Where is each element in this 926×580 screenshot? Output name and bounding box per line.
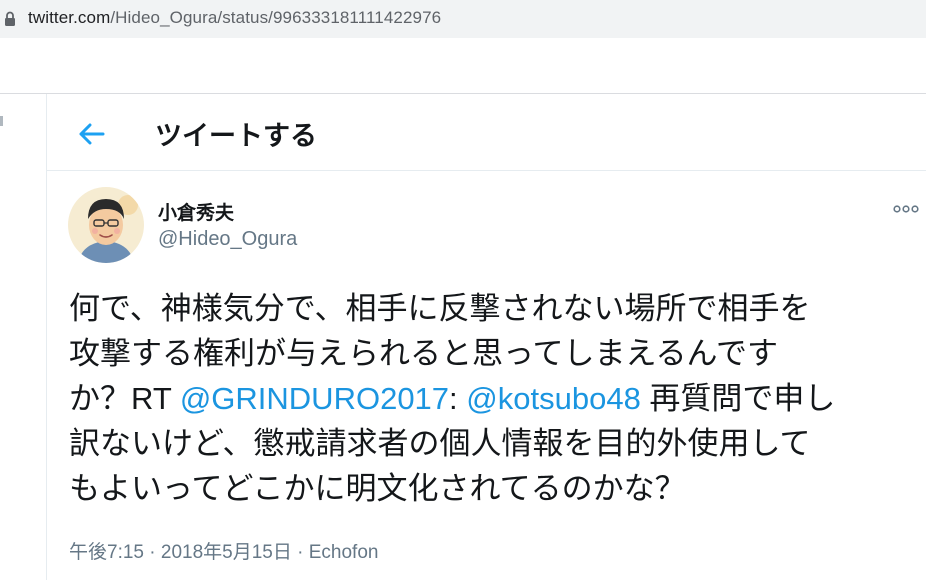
sidebar-edge-mark bbox=[0, 116, 3, 126]
address-bar[interactable]: twitter.com/Hideo_Ogura/status/996333181… bbox=[0, 0, 926, 38]
author-handle[interactable]: @Hideo_Ogura bbox=[158, 228, 297, 251]
more-horizontal-icon[interactable] bbox=[892, 199, 920, 219]
tweet-text-line: もよいってどこかに明文化されてるのかな？ bbox=[69, 471, 686, 506]
avatar-illustration bbox=[68, 187, 144, 263]
tweet-time[interactable]: 午後7:15 bbox=[69, 542, 144, 563]
tweet-text-segment: か？RT bbox=[69, 381, 180, 416]
sidebar-edge bbox=[0, 94, 47, 580]
url-path: /Hideo_Ogura/status/996333181111422976 bbox=[110, 8, 442, 27]
tweet-meta: 午後7:15 · 2018年5月15日 · Echofon bbox=[69, 537, 378, 564]
tweet-text-segment: : bbox=[449, 381, 467, 416]
tweet-text-segment: 再質問で申し bbox=[640, 381, 836, 416]
tweet-text-line: 攻撃する権利が与えられると思ってしまえるんです bbox=[69, 336, 778, 371]
url-text[interactable]: twitter.com/Hideo_Ogura/status/996333181… bbox=[28, 8, 441, 28]
url-domain: twitter.com bbox=[28, 8, 111, 27]
toolbar-area bbox=[0, 38, 926, 94]
meta-separator: · bbox=[143, 542, 161, 563]
meta-separator: · bbox=[291, 542, 309, 563]
tweet-date[interactable]: 2018年5月15日 bbox=[161, 542, 292, 563]
tweet-text-line: 何で、神様気分で、相手に反撃されない場所で相手を bbox=[69, 291, 811, 326]
page-title: ツイートする bbox=[155, 121, 317, 151]
avatar[interactable] bbox=[68, 187, 144, 263]
arrow-left-icon[interactable] bbox=[71, 114, 111, 154]
page-header: ツイートする bbox=[47, 94, 926, 171]
tweet-source[interactable]: Echofon bbox=[309, 542, 379, 563]
lock-icon[interactable] bbox=[4, 11, 16, 27]
tweet-text: 何で、神様気分で、相手に反撃されない場所で相手を 攻撃する権利が与えられると思っ… bbox=[69, 286, 919, 511]
mention-link-kotsubo48[interactable]: @kotsubo48 bbox=[466, 381, 641, 416]
author-name[interactable]: 小倉秀夫 bbox=[158, 198, 234, 225]
tweet-text-line: 訳ないけど、懲戒請求者の個人情報を目的外使用して bbox=[69, 426, 811, 461]
mention-link-grinduro2017[interactable]: @GRINDURO2017 bbox=[180, 381, 449, 416]
